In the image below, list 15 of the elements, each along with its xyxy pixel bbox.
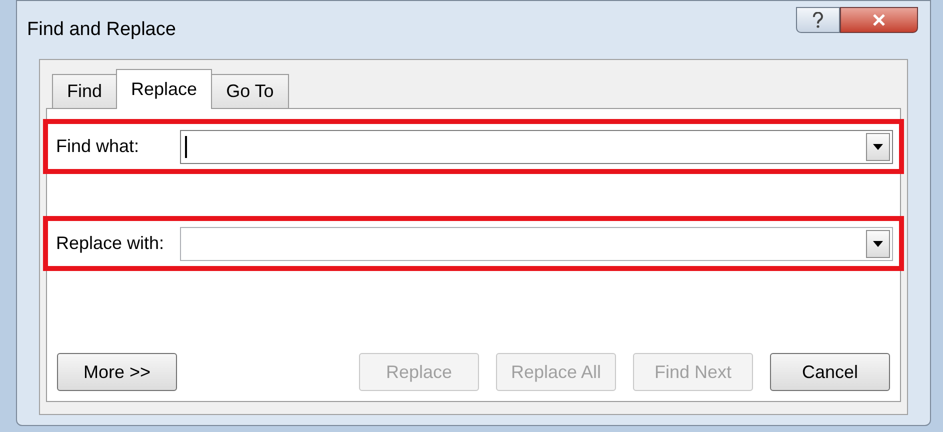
- dialog-button[interactable]: More >>: [57, 353, 177, 391]
- close-button[interactable]: [840, 7, 918, 33]
- dialog-button[interactable]: Cancel: [770, 353, 890, 391]
- help-button[interactable]: [796, 7, 840, 33]
- close-icon: [872, 14, 886, 26]
- tab[interactable]: Go To: [211, 74, 289, 108]
- combo-field[interactable]: [180, 130, 893, 164]
- tab[interactable]: Find: [52, 74, 118, 108]
- field-label: Replace with:: [56, 232, 166, 255]
- text-caret: [185, 136, 187, 158]
- window-title: Find and Replace: [27, 18, 176, 42]
- tab[interactable]: Replace: [116, 69, 212, 109]
- help-icon: [812, 12, 824, 28]
- combo-field[interactable]: [180, 226, 893, 260]
- field-label: Find what:: [56, 135, 140, 158]
